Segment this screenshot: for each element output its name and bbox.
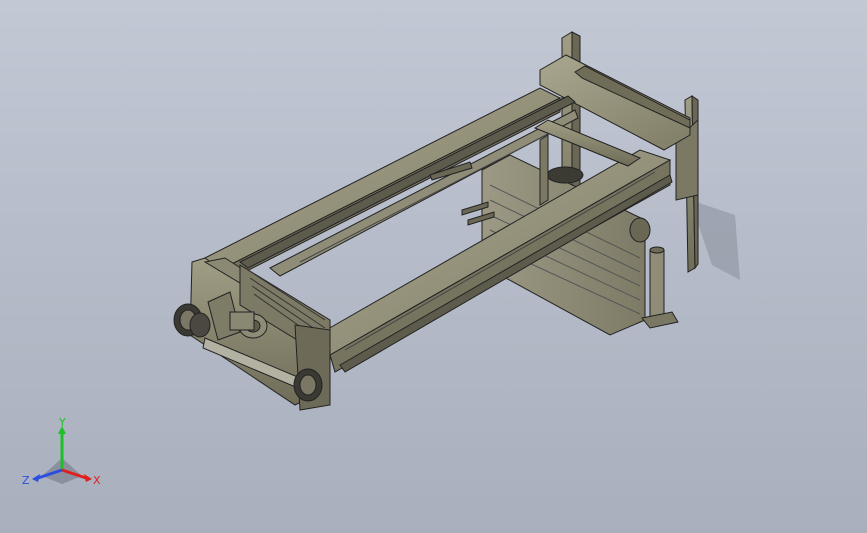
x-axis-arrow (84, 474, 92, 482)
machine-frame-model[interactable] (0, 0, 867, 533)
x-axis-label: X (93, 474, 101, 487)
z-axis-label: Z (22, 474, 30, 487)
coordinate-triad: Y X Z (22, 418, 101, 487)
cad-viewport[interactable]: Y X Z (0, 0, 867, 533)
y-axis-label: Y (58, 418, 66, 429)
z-axis-arrow (32, 474, 40, 482)
